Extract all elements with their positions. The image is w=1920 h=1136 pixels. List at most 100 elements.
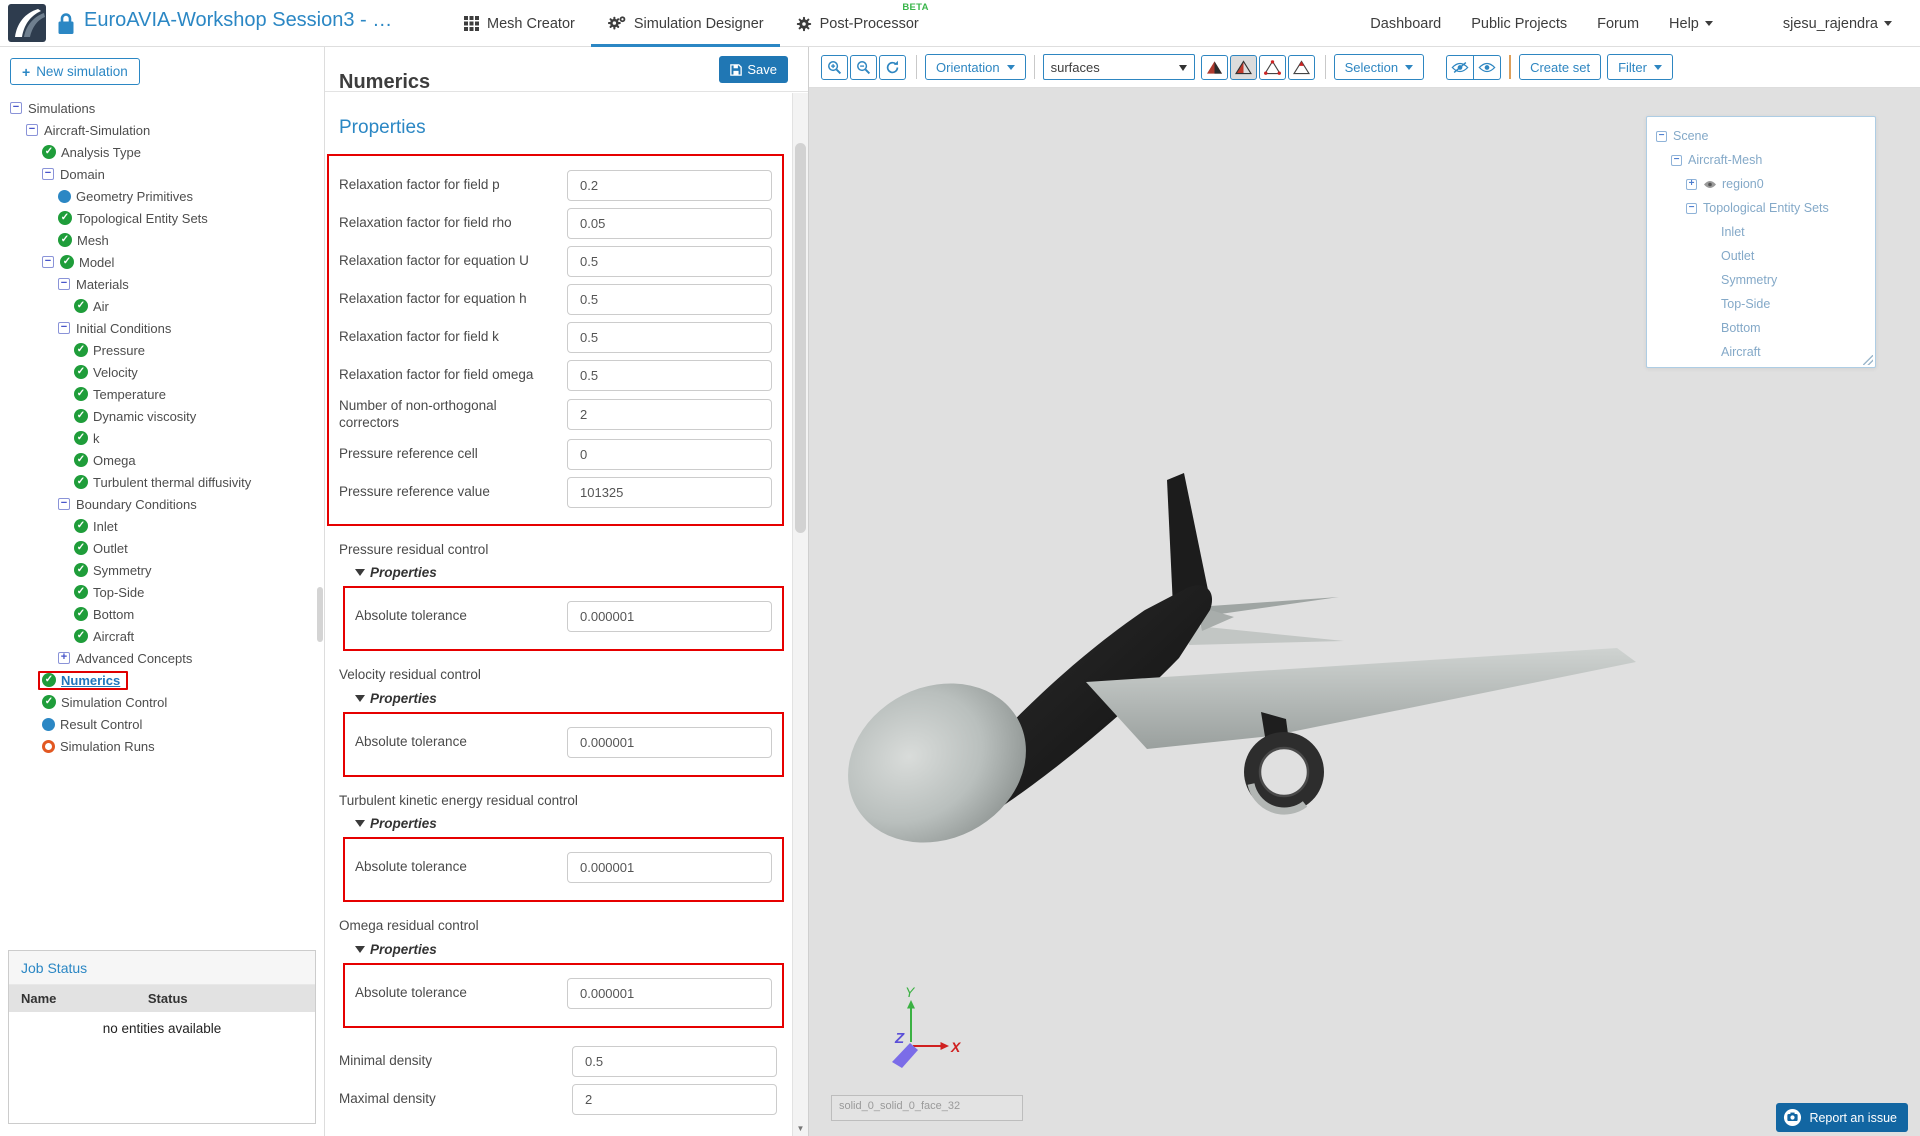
- tree-item-analysis-type[interactable]: ✓ Analysis Type: [0, 141, 324, 163]
- show-selection-button[interactable]: [1473, 54, 1502, 80]
- scroll-down-arrow-icon[interactable]: ▼: [793, 1124, 808, 1133]
- collapse-icon[interactable]: −: [58, 498, 70, 510]
- scene-item-outlet[interactable]: Outlet: [1652, 244, 1870, 268]
- tree-item-aircraft[interactable]: ✓ Aircraft: [0, 625, 324, 647]
- collapse-icon[interactable]: −: [58, 278, 70, 290]
- surface-shaded-button[interactable]: [1200, 54, 1228, 80]
- selected-face-field[interactable]: solid_0_solid_0_face_32: [831, 1095, 1023, 1121]
- tree-item-simulation-control[interactable]: ✓ Simulation Control: [0, 691, 324, 713]
- zoom-out-button[interactable]: [850, 54, 877, 80]
- tree-item-top-side[interactable]: ✓ Top-Side: [0, 581, 324, 603]
- resize-handle-icon[interactable]: [1863, 355, 1873, 365]
- tree-item-aircraft-simulation[interactable]: − Aircraft-Simulation: [0, 119, 324, 141]
- relaxation-factor-for-field-omega-input[interactable]: [567, 360, 772, 391]
- scene-item-inlet[interactable]: Inlet: [1652, 220, 1870, 244]
- expand-icon[interactable]: +: [1686, 178, 1697, 190]
- tree-item-temperature[interactable]: ✓ Temperature: [0, 383, 324, 405]
- collapse-icon[interactable]: −: [42, 168, 54, 180]
- surface-shaded-edges-button[interactable]: [1229, 54, 1257, 80]
- filter-button[interactable]: Filter: [1607, 54, 1673, 80]
- scene-item-aircraft-mesh[interactable]: − Aircraft-Mesh: [1652, 148, 1870, 172]
- save-button[interactable]: Save: [719, 56, 788, 83]
- tree-item-k[interactable]: ✓ k: [0, 427, 324, 449]
- tree-item-initial-conditions[interactable]: − Initial Conditions: [0, 317, 324, 339]
- tree-item-bottom[interactable]: ✓ Bottom: [0, 603, 324, 625]
- nav-dashboard[interactable]: Dashboard: [1370, 16, 1441, 32]
- properties-toggle[interactable]: Properties: [355, 690, 792, 707]
- collapse-icon[interactable]: −: [42, 256, 54, 268]
- pressure-reference-cell-input[interactable]: [567, 438, 772, 470]
- tree-item-simulation-runs[interactable]: Simulation Runs: [0, 735, 324, 757]
- relaxation-factor-for-field-p-input[interactable]: [567, 170, 772, 201]
- absolute-tolerance-input[interactable]: [567, 601, 772, 633]
- nav-help-menu[interactable]: Help: [1669, 16, 1713, 32]
- hide-selection-button[interactable]: [1446, 54, 1474, 80]
- scene-item-symmetry[interactable]: Symmetry: [1652, 268, 1870, 292]
- report-issue-button[interactable]: Report an issue: [1776, 1103, 1908, 1132]
- surface-points-button[interactable]: [1287, 54, 1315, 80]
- collapse-icon[interactable]: −: [1686, 202, 1697, 214]
- viewport-canvas[interactable]: − Scene − Aircraft-Mesh + region0− Topological…: [809, 88, 1920, 1136]
- scene-item-bottom[interactable]: Bottom: [1652, 316, 1870, 340]
- relaxation-factor-for-field-rho-input[interactable]: [567, 208, 772, 239]
- tree-item-numerics[interactable]: ✓ Numerics: [0, 669, 324, 691]
- tree-item-velocity[interactable]: ✓ Velocity: [0, 361, 324, 383]
- scene-item-scene[interactable]: − Scene: [1652, 124, 1870, 148]
- collapse-icon[interactable]: −: [26, 124, 38, 136]
- aircraft-3d-model[interactable]: [837, 458, 1657, 868]
- relaxation-factor-for-field-k-input[interactable]: [567, 322, 772, 353]
- tree-item-mesh[interactable]: ✓ Mesh: [0, 229, 324, 251]
- project-title[interactable]: EuroAVIA-Workshop Session3 - …: [84, 9, 392, 32]
- absolute-tolerance-input[interactable]: [567, 977, 772, 1009]
- tree-item-topological-entity-sets[interactable]: ✓ Topological Entity Sets: [0, 207, 324, 229]
- tree-item-materials[interactable]: − Materials: [0, 273, 324, 295]
- tab-simulation-designer[interactable]: Simulation Designer: [590, 0, 780, 47]
- app-logo[interactable]: [8, 4, 46, 42]
- panel-scrollbar[interactable]: ▼: [792, 93, 808, 1136]
- create-set-button[interactable]: Create set: [1519, 54, 1602, 80]
- tree-item-result-control[interactable]: Result Control: [0, 713, 324, 735]
- refresh-view-button[interactable]: [879, 54, 906, 80]
- tree-item-pressure[interactable]: ✓ Pressure: [0, 339, 324, 361]
- collapse-icon[interactable]: −: [58, 322, 70, 334]
- maximal-density-input[interactable]: [572, 1083, 777, 1115]
- scene-item-region0[interactable]: + region0: [1652, 172, 1870, 196]
- tree-item-inlet[interactable]: ✓ Inlet: [0, 515, 324, 537]
- sidebar-scrollbar[interactable]: [317, 587, 323, 642]
- absolute-tolerance-input[interactable]: [567, 852, 772, 884]
- collapse-icon[interactable]: −: [10, 102, 22, 114]
- tree-item-turbulent-thermal-diffusivity[interactable]: ✓ Turbulent thermal diffusivity: [0, 471, 324, 493]
- number-of-non-orthogonal-correctors-input[interactable]: [567, 399, 772, 431]
- new-simulation-button[interactable]: + New simulation: [10, 58, 140, 85]
- absolute-tolerance-input[interactable]: [567, 726, 772, 758]
- tree-item-omega[interactable]: ✓ Omega: [0, 449, 324, 471]
- scene-item-topological-entity-sets[interactable]: − Topological Entity Sets: [1652, 196, 1870, 220]
- tree-item-model[interactable]: − ✓ Model: [0, 251, 324, 273]
- tree-item-geometry-primitives[interactable]: Geometry Primitives: [0, 185, 324, 207]
- scene-item-top-side[interactable]: Top-Side: [1652, 292, 1870, 316]
- orientation-button[interactable]: Orientation: [925, 54, 1026, 80]
- tree-item-dynamic-viscosity[interactable]: ✓ Dynamic viscosity: [0, 405, 324, 427]
- scene-item-aircraft[interactable]: Aircraft: [1652, 340, 1870, 364]
- tree-item-simulations[interactable]: − Simulations: [0, 97, 324, 119]
- relaxation-factor-for-equation-h-input[interactable]: [567, 284, 772, 315]
- tree-item-advanced-concepts[interactable]: + Advanced Concepts: [0, 647, 324, 669]
- properties-toggle[interactable]: Properties: [355, 815, 792, 832]
- tree-item-boundary-conditions[interactable]: − Boundary Conditions: [0, 493, 324, 515]
- user-menu[interactable]: sjesu_rajendra: [1783, 16, 1892, 32]
- collapse-icon[interactable]: −: [1656, 130, 1667, 142]
- expand-icon[interactable]: +: [58, 652, 70, 664]
- minimal-density-input[interactable]: [572, 1045, 777, 1077]
- pressure-reference-value-input[interactable]: [567, 476, 772, 508]
- nav-forum[interactable]: Forum: [1597, 16, 1639, 32]
- nav-public-projects[interactable]: Public Projects: [1471, 16, 1567, 32]
- tab-post-processor[interactable]: Post-Processor BETA: [780, 0, 935, 47]
- properties-toggle[interactable]: Properties: [355, 564, 792, 581]
- tab-mesh-creator[interactable]: Mesh Creator: [448, 0, 591, 47]
- properties-toggle[interactable]: Properties: [355, 941, 792, 958]
- tree-item-domain[interactable]: − Domain: [0, 163, 324, 185]
- render-mode-select[interactable]: surfaces: [1042, 54, 1195, 80]
- collapse-icon[interactable]: −: [1671, 154, 1682, 166]
- relaxation-factor-for-equation-u-input[interactable]: [567, 246, 772, 277]
- tree-item-symmetry[interactable]: ✓ Symmetry: [0, 559, 324, 581]
